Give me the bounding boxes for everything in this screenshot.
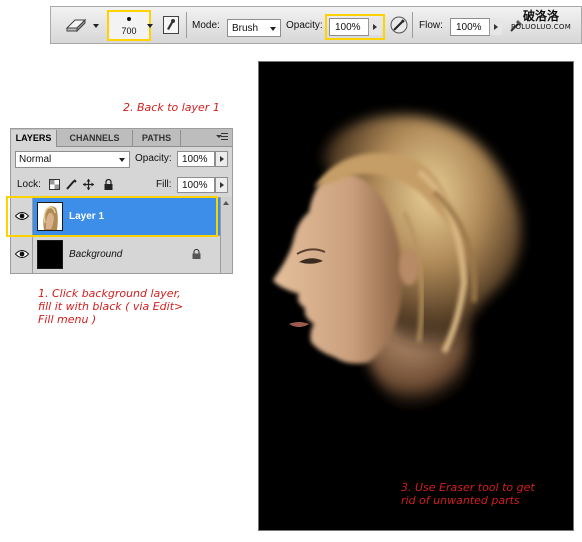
opacity-slider-button[interactable]: [368, 19, 381, 35]
tab-paths[interactable]: PATHS: [133, 130, 181, 146]
brush-panel-icon[interactable]: [163, 16, 179, 39]
layer-list: Layer 1 Background: [11, 197, 220, 273]
portrait-photo: 3. Use Eraser tool to get rid of unwante…: [258, 61, 574, 531]
opacity-input[interactable]: 100%: [329, 18, 369, 36]
layer-name: Background: [69, 249, 123, 260]
brush-tip-icon: [127, 17, 131, 21]
tab-channels[interactable]: CHANNELS: [57, 130, 133, 146]
eraser-icon[interactable]: [65, 17, 87, 33]
site-watermark: 破洛洛 POLUOLUO.COM: [506, 10, 576, 31]
mode-value: Brush: [232, 23, 259, 34]
tutorial-image: 700 Mode: Brush Opacity: 100% Flow: 100%…: [0, 0, 582, 542]
chevron-down-icon: [270, 27, 276, 31]
opacity-label: Opacity:: [286, 20, 323, 31]
flow-input[interactable]: 100%: [450, 18, 490, 36]
blend-mode-value: Normal: [19, 154, 52, 165]
layer-visibility-toggle[interactable]: [11, 198, 33, 235]
lock-position-icon[interactable]: [83, 179, 94, 190]
woman-portrait-image: [259, 62, 573, 530]
brush-size-value: 700: [121, 26, 137, 36]
lock-image-pixels-icon[interactable]: [66, 179, 77, 190]
fill-label: Fill:: [156, 179, 172, 190]
fill-input[interactable]: 100%: [177, 177, 215, 193]
layer-visibility-toggle[interactable]: [11, 236, 33, 273]
panel-tab-bar: LAYERS CHANNELS PATHS: [11, 129, 232, 147]
layer-opacity-label: Opacity:: [135, 153, 172, 164]
brush-preset-picker[interactable]: 700: [107, 10, 151, 41]
brush-preset-dropdown-icon[interactable]: [147, 24, 153, 28]
watermark-title: 破洛洛: [522, 9, 559, 23]
toolbar-divider: [186, 12, 187, 38]
eraser-options-bar: 700 Mode: Brush Opacity: 100% Flow: 100%: [50, 6, 582, 44]
mode-select[interactable]: Brush: [227, 19, 281, 37]
tool-preset-dropdown-icon[interactable]: [93, 24, 99, 28]
toolbar-divider: [412, 12, 413, 38]
panel-menu-icon[interactable]: [216, 132, 228, 142]
layer-name: Layer 1: [69, 211, 105, 222]
mode-label: Mode:: [192, 20, 220, 31]
step-2-note: 2. Back to layer 1: [123, 101, 220, 114]
lock-label: Lock:: [17, 179, 41, 190]
watermark-url: POLUOLUO.COM: [510, 23, 572, 31]
lock-transparent-pixels-icon[interactable]: [49, 179, 60, 190]
chevron-down-icon: [119, 158, 125, 162]
scroll-up-arrow-icon[interactable]: [223, 201, 229, 205]
layer-thumbnail-portrait: [37, 202, 63, 231]
layers-panel: LAYERS CHANNELS PATHS Normal Opacity: 10…: [10, 128, 233, 274]
step-1-note: 1. Click background layer, fill it with …: [38, 287, 184, 326]
blend-mode-select[interactable]: Normal: [15, 151, 130, 168]
layer-opacity-input[interactable]: 100%: [177, 151, 215, 167]
tab-layers[interactable]: LAYERS: [11, 130, 57, 147]
tablet-pressure-opacity-icon[interactable]: [389, 15, 409, 40]
layer-list-scrollbar[interactable]: [220, 197, 232, 273]
layer-row-layer-1[interactable]: Layer 1: [11, 197, 220, 235]
step-3-note: 3. Use Eraser tool to get rid of unwante…: [401, 481, 535, 507]
layer-opacity-slider-button[interactable]: [215, 151, 228, 167]
flow-label: Flow:: [419, 20, 443, 31]
layer-row-background[interactable]: Background: [11, 235, 220, 273]
layer-thumbnail-black: [37, 240, 63, 269]
eye-icon: [15, 250, 29, 258]
eye-icon: [15, 212, 29, 220]
layer-lock-icon: [192, 248, 201, 262]
flow-slider-button[interactable]: [489, 19, 502, 35]
lock-all-icon[interactable]: [103, 178, 114, 190]
fill-slider-button[interactable]: [215, 177, 228, 193]
